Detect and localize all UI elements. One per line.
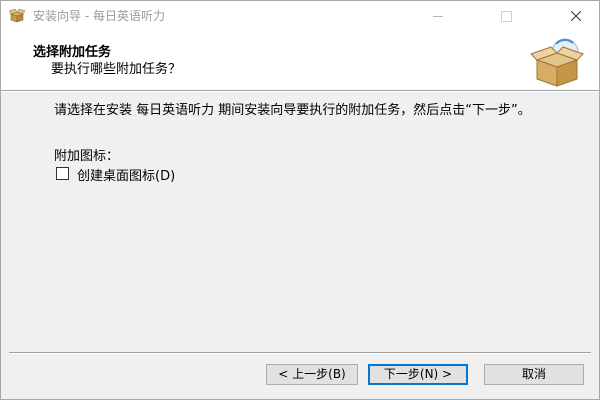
desktop-icon-checkbox[interactable]: [56, 167, 69, 180]
header-divider: [1, 90, 599, 92]
back-button[interactable]: < 上一步(B): [266, 364, 358, 385]
package-box-icon: [530, 38, 584, 87]
title-bar[interactable]: 安装向导 - 每日英语听力: [1, 1, 599, 32]
footer-divider: [9, 352, 591, 354]
cancel-button[interactable]: 取消: [484, 364, 584, 385]
minimize-icon[interactable]: [415, 1, 461, 31]
additional-icons-label: 附加图标：: [54, 149, 120, 164]
window-title: 安装向导 - 每日英语听力: [33, 9, 165, 23]
desktop-icon-checkbox-label[interactable]: 创建桌面图标(D): [77, 165, 175, 184]
instruction-text: 请选择在安装 每日英语听力 期间安装向导要执行的附加任务，然后点击“下一步”。: [54, 103, 531, 118]
maximize-icon[interactable]: [483, 1, 529, 31]
installer-app-icon: [9, 9, 25, 23]
installer-window: 安装向导 - 每日英语听力 选择附加任务 要执行哪些附加任务？ 请选择在安装 每…: [0, 0, 600, 400]
page-subtitle: 要执行哪些附加任务？: [51, 62, 182, 77]
next-button[interactable]: 下一步(N) >: [368, 364, 468, 385]
wizard-header: 选择附加任务 要执行哪些附加任务？: [1, 32, 599, 90]
close-icon[interactable]: [553, 1, 599, 31]
